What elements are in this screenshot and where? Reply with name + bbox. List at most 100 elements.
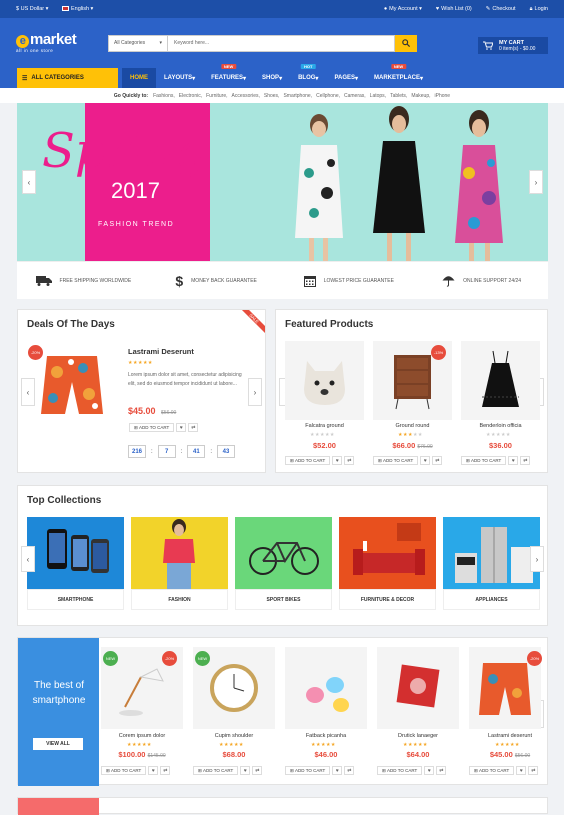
compare-button[interactable]: ⇄ bbox=[344, 456, 355, 465]
quick-link[interactable]: Furniture, bbox=[206, 93, 227, 99]
deals-next-arrow[interactable]: › bbox=[248, 378, 262, 406]
nav-badge: NEW bbox=[390, 64, 407, 69]
collections-prev-arrow[interactable]: ‹ bbox=[21, 546, 35, 572]
wishlist-button[interactable]: ♥ bbox=[420, 456, 431, 465]
collection-appliances[interactable]: APPLIANCES bbox=[443, 517, 540, 612]
featured-product-name[interactable]: Benderloin officia bbox=[461, 423, 540, 429]
quick-link[interactable]: Cellphone, bbox=[316, 93, 340, 99]
product-name[interactable]: Drutick lanaeger bbox=[377, 733, 459, 739]
my-account-link[interactable]: ● My Account ▾ bbox=[384, 6, 422, 12]
featured-product-image[interactable] bbox=[285, 341, 364, 420]
quick-link[interactable]: Cameras, bbox=[344, 93, 366, 99]
add-to-cart-button[interactable]: ⊞ ADD TO CART bbox=[129, 423, 175, 432]
product-image[interactable] bbox=[285, 647, 367, 729]
compare-button[interactable]: ⇄ bbox=[528, 766, 539, 775]
wishlist-button[interactable]: ♥ bbox=[424, 766, 435, 775]
product-name[interactable]: Lastrami deserunt bbox=[469, 733, 551, 739]
collection-smartphone[interactable]: SMARTPHONE bbox=[27, 517, 124, 612]
nav-item-marketplace[interactable]: MARKETPLACE ▾ NEW bbox=[366, 64, 431, 88]
quick-link[interactable]: Smartphone, bbox=[283, 93, 312, 99]
quick-link[interactable]: Makeup, bbox=[411, 93, 430, 99]
search-category-select[interactable]: All Categories ▾ bbox=[108, 34, 168, 52]
heart-icon: ♥ bbox=[519, 767, 523, 774]
quick-link[interactable]: Accessories, bbox=[232, 93, 260, 99]
product-name[interactable]: Fatback picanha bbox=[285, 733, 367, 739]
quick-link[interactable]: iPhone bbox=[435, 93, 451, 99]
login-link[interactable]: 🔒︎ Login bbox=[530, 6, 548, 13]
currency-selector[interactable]: $ US Dollar ▾ bbox=[16, 6, 48, 12]
add-to-cart-button[interactable]: ⊞ ADD TO CART bbox=[285, 456, 331, 465]
product-image[interactable] bbox=[377, 647, 459, 729]
search-button[interactable] bbox=[395, 34, 417, 52]
wishlist-button[interactable]: ♥ bbox=[332, 456, 343, 465]
featured-product-image[interactable] bbox=[461, 341, 540, 420]
banner-prev-arrow[interactable]: ‹ bbox=[22, 170, 36, 194]
quick-link[interactable]: Electronic, bbox=[179, 93, 202, 99]
compare-button[interactable]: ⇄ bbox=[436, 766, 447, 775]
deal-product-name[interactable]: Lastrami Deserunt bbox=[128, 347, 194, 356]
nav-item-home[interactable]: HOME bbox=[122, 68, 156, 88]
checkout-link[interactable]: ✎ Checkout bbox=[486, 6, 516, 12]
add-to-cart-button[interactable]: ⊞ ADD TO CART bbox=[461, 456, 507, 465]
compare-button[interactable]: ⇄ bbox=[252, 766, 263, 775]
quick-links-label: Go Quickly to: bbox=[113, 92, 149, 99]
nav-item-features[interactable]: FEATURES ▾ NEW bbox=[203, 64, 254, 88]
quick-link[interactable]: Tablets, bbox=[390, 93, 407, 99]
product-rating: ★★★★★ bbox=[403, 742, 428, 748]
add-to-cart-button[interactable]: ⊞ ADD TO CART bbox=[469, 766, 515, 775]
collection-sport-bikes[interactable]: SPORT BIKES bbox=[235, 517, 332, 612]
feature-money-back: $ MONEY BACK GUARANTEE bbox=[175, 272, 257, 289]
compare-button[interactable]: ⇄ bbox=[188, 423, 199, 432]
featured-actions: ⊞ ADD TO CART ♥ ⇄ bbox=[285, 456, 355, 465]
compare-button[interactable]: ⇄ bbox=[160, 766, 171, 775]
deals-prev-arrow[interactable]: ‹ bbox=[21, 378, 35, 406]
wishlist-button[interactable]: ♥ bbox=[176, 423, 187, 432]
collections-next-arrow[interactable]: › bbox=[530, 546, 544, 572]
language-selector[interactable]: English ▾ bbox=[62, 6, 93, 12]
compare-button[interactable]: ⇄ bbox=[432, 456, 443, 465]
quick-link[interactable]: Shoes, bbox=[264, 93, 280, 99]
product-name[interactable]: Cupim shoulder bbox=[193, 733, 275, 739]
all-categories-button[interactable]: ☰ ALL CATEGORIES bbox=[17, 68, 118, 88]
collection-fashion[interactable]: FASHION bbox=[131, 517, 228, 612]
mini-cart[interactable]: MY CART 0 item(s) - $0.00 bbox=[478, 37, 548, 54]
nav-item-layouts[interactable]: LAYOUTS ▾ bbox=[156, 68, 203, 88]
wishlist-button[interactable]: ♥ bbox=[516, 766, 527, 775]
new-badge: NEW bbox=[195, 651, 210, 666]
search-bar: All Categories ▾ Keyword here... bbox=[108, 34, 417, 52]
add-to-cart-button[interactable]: ⊞ ADD TO CART bbox=[101, 766, 147, 775]
compare-icon: ⇄ bbox=[255, 767, 260, 774]
wishlist-button[interactable]: ♥ bbox=[148, 766, 159, 775]
featured-product-name[interactable]: Falcatra ground bbox=[285, 423, 364, 429]
add-to-cart-button[interactable]: ⊞ ADD TO CART bbox=[377, 766, 423, 775]
compare-button[interactable]: ⇄ bbox=[520, 456, 531, 465]
countdown-hours: 7 bbox=[157, 445, 176, 458]
search-input[interactable]: Keyword here... bbox=[168, 34, 395, 52]
hero-banner[interactable]: Spring 2017 FASHION TREND ‹ › bbox=[17, 103, 548, 261]
collection-furniture[interactable]: FURNITURE & DECOR bbox=[339, 517, 436, 612]
truck-icon bbox=[35, 276, 52, 286]
featured-product-name[interactable]: Ground round bbox=[373, 423, 452, 429]
quick-link[interactable]: Latops, bbox=[370, 93, 386, 99]
wishlist-button[interactable]: ♥ bbox=[332, 766, 343, 775]
add-to-cart-button[interactable]: ⊞ ADD TO CART bbox=[193, 766, 239, 775]
countdown-days: 216 bbox=[128, 445, 146, 458]
wishlist-link[interactable]: ♥ Wish List (0) bbox=[436, 6, 472, 12]
nav-item-pages[interactable]: PAGES ▾ bbox=[326, 68, 366, 88]
banner-next-arrow[interactable]: › bbox=[529, 170, 543, 194]
featured-product-price: $52.00 bbox=[313, 441, 336, 450]
logo[interactable]: e market all in one store bbox=[16, 32, 108, 53]
nav-item-blog[interactable]: BLOG ▾ HOT bbox=[290, 64, 326, 88]
compare-button[interactable]: ⇄ bbox=[344, 766, 355, 775]
view-all-button[interactable]: VIEW ALL bbox=[33, 738, 83, 750]
compare-icon: ⇄ bbox=[439, 767, 444, 774]
product-name[interactable]: Corem ipsum dolor bbox=[101, 733, 183, 739]
nav-item-shop[interactable]: SHOP ▾ bbox=[254, 68, 290, 88]
product-rating: ★★★★★ bbox=[219, 742, 244, 748]
add-to-cart-button[interactable]: ⊞ ADD TO CART bbox=[285, 766, 331, 775]
wishlist-button[interactable]: ♥ bbox=[240, 766, 251, 775]
quick-link[interactable]: Fashions, bbox=[153, 93, 175, 99]
add-to-cart-button[interactable]: ⊞ ADD TO CART bbox=[373, 456, 419, 465]
wishlist-button[interactable]: ♥ bbox=[508, 456, 519, 465]
product-price-row: $46.00 bbox=[314, 750, 338, 759]
